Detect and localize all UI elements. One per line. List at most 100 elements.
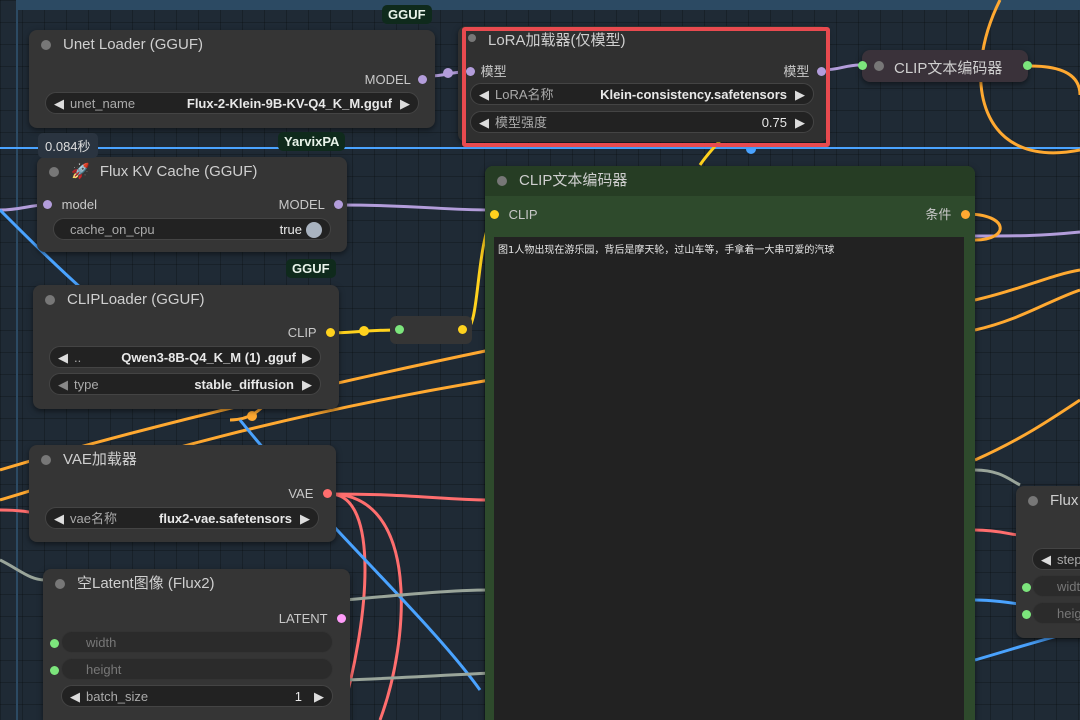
collapse-dot[interactable] — [1028, 496, 1038, 506]
collapse-dot[interactable] — [55, 579, 65, 589]
reroute-dot-1 — [443, 68, 453, 78]
collapse-dot[interactable] — [45, 295, 55, 305]
gguf-tag-mid: GGUF — [286, 259, 336, 278]
input-port[interactable] — [858, 61, 867, 70]
prompt-textarea[interactable]: 图1人物出现在游乐园，背后是摩天轮，过山车等，手拿着一大串可爱的汽球 — [494, 237, 964, 720]
collapse-dot[interactable] — [874, 61, 884, 71]
node-title[interactable]: 空Latent图像 (Flux2) — [43, 569, 350, 599]
cache-on-cpu-toggle[interactable]: cache_on_cpu true — [53, 218, 331, 240]
width-input[interactable]: width — [61, 631, 333, 653]
output-port[interactable] — [1023, 61, 1032, 70]
output-port[interactable] — [337, 614, 346, 623]
chevron-left-icon[interactable]: ◀ — [54, 508, 64, 530]
vae-name-select[interactable]: ◀ vae名称 flux2-vae.safetensors ▶ — [45, 507, 319, 529]
lora-loader-node[interactable]: LoRA加载器(仅模型) 模型 模型 ◀ LoRA名称 Klein-consis… — [458, 26, 828, 142]
wire-cond-2 — [1029, 64, 1080, 96]
collapse-dot[interactable] — [49, 167, 59, 177]
width-input[interactable]: widt — [1032, 575, 1080, 597]
input-port[interactable] — [43, 200, 52, 209]
node-title[interactable]: Flux — [1016, 486, 1080, 516]
chevron-left-icon[interactable]: ◀ — [479, 84, 489, 106]
flux-kv-cache-node[interactable]: 🚀 Flux KV Cache (GGUF) model MODEL cache… — [37, 157, 347, 252]
chevron-left-icon[interactable]: ◀ — [54, 93, 64, 115]
collapse-dot[interactable] — [41, 40, 51, 50]
rocket-icon: 🚀 — [71, 163, 90, 180]
output-port[interactable] — [458, 325, 467, 334]
chevron-right-icon[interactable]: ▶ — [400, 93, 410, 115]
empty-latent-node[interactable]: 空Latent图像 (Flux2) LATENT width height ◀ … — [43, 569, 350, 720]
gguf-tag-top: GGUF — [382, 5, 432, 24]
height-input[interactable]: height — [61, 658, 333, 680]
node-title[interactable]: CLIP文本编码器 — [485, 166, 975, 196]
node-title[interactable]: CLIPLoader (GGUF) — [33, 285, 339, 315]
chevron-left-icon[interactable]: ◀ — [70, 686, 80, 708]
output-port[interactable] — [418, 75, 427, 84]
chevron-right-icon[interactable]: ▶ — [795, 112, 805, 134]
toggle-knob[interactable] — [306, 222, 322, 238]
node-title[interactable]: VAE加载器 — [29, 445, 336, 475]
node-title[interactable]: 🚀 Flux KV Cache (GGUF) — [37, 157, 347, 187]
steps-stepper[interactable]: ◀ step — [1032, 548, 1080, 570]
output-port[interactable] — [326, 328, 335, 337]
wire-model-4 — [974, 230, 1080, 238]
output-port[interactable] — [817, 67, 826, 76]
clip-loader-node[interactable]: CLIPLoader (GGUF) CLIP ◀ .. Qwen3-8B-Q4_… — [33, 285, 339, 409]
output-port[interactable] — [334, 200, 343, 209]
node-title-text: Unet Loader (GGUF) — [63, 36, 204, 53]
output-model-row: MODEL — [279, 196, 343, 214]
vae-loader-node[interactable]: VAE加载器 VAE ◀ vae名称 flux2-vae.safetensors… — [29, 445, 336, 542]
widget-label: cache_on_cpu — [70, 222, 155, 237]
output-label: 模型 — [783, 64, 810, 79]
clip-encode-collapsed-node[interactable]: CLIP文本编码器 — [858, 50, 1032, 82]
reroute-node[interactable] — [390, 316, 472, 344]
widget-value: 1 — [294, 689, 302, 704]
output-latent-row: LATENT — [279, 610, 346, 628]
chevron-right-icon[interactable]: ▶ — [314, 686, 324, 708]
wire-grey-right — [974, 468, 1021, 487]
width-input-port[interactable] — [1022, 583, 1031, 592]
input-label: model — [61, 197, 98, 212]
input-port[interactable] — [466, 67, 475, 76]
chevron-left-icon[interactable]: ◀ — [58, 374, 68, 396]
widget-label: widt — [1057, 579, 1080, 594]
node-title[interactable]: Unet Loader (GGUF) — [29, 30, 435, 60]
wire-vae-right — [974, 528, 1021, 537]
chevron-left-icon[interactable]: ◀ — [479, 112, 489, 134]
flux-partial-node[interactable]: Flux ◀ step widt heig — [1016, 486, 1080, 638]
unet-loader-node[interactable]: Unet Loader (GGUF) MODEL ◀ unet_name Flu… — [29, 30, 435, 128]
widget-label: 模型强度 — [495, 115, 548, 130]
height-input[interactable]: heig — [1032, 602, 1080, 624]
lora-name-select[interactable]: ◀ LoRA名称 Klein-consistency.safetensors ▶ — [470, 83, 814, 105]
chevron-left-icon[interactable]: ◀ — [58, 347, 68, 369]
height-input-port[interactable] — [50, 666, 59, 675]
output-port[interactable] — [961, 210, 970, 219]
width-input-port[interactable] — [50, 639, 59, 648]
input-port[interactable] — [395, 325, 404, 334]
unet-name-select[interactable]: ◀ unet_name Flux-2-Klein-9B-KV-Q4_K_M.gg… — [45, 92, 419, 114]
chevron-right-icon[interactable]: ▶ — [302, 347, 312, 369]
clip-text-encode-node[interactable]: CLIP文本编码器 CLIP 条件 图1人物出现在游乐园，背后是摩天轮，过山车等… — [485, 166, 975, 720]
model-strength-stepper[interactable]: ◀ 模型强度 0.75 ▶ — [470, 111, 814, 133]
clip-name-select[interactable]: ◀ .. Qwen3-8B-Q4_K_M (1) .gguf ▶ — [49, 346, 321, 368]
widget-value: Qwen3-8B-Q4_K_M (1) .gguf — [121, 350, 296, 365]
height-input-port[interactable] — [1022, 610, 1031, 619]
node-title[interactable]: LoRA加载器(仅模型) — [458, 26, 828, 56]
chevron-right-icon[interactable]: ▶ — [302, 374, 312, 396]
collapse-dot[interactable] — [497, 176, 507, 186]
input-port[interactable] — [490, 210, 499, 219]
collapse-dot[interactable] — [41, 455, 51, 465]
widget-label: vae名称 — [70, 511, 117, 526]
chevron-left-icon[interactable]: ◀ — [1041, 549, 1051, 571]
output-label: 条件 — [925, 207, 952, 222]
batch-size-stepper[interactable]: ◀ batch_size 1 ▶ — [61, 685, 333, 707]
input-model-row: model — [43, 196, 97, 214]
output-label: CLIP — [287, 325, 317, 340]
chevron-right-icon[interactable]: ▶ — [300, 508, 310, 530]
node-title-text: VAE加载器 — [63, 451, 137, 468]
chevron-right-icon[interactable]: ▶ — [795, 84, 805, 106]
clip-type-select[interactable]: ◀ type stable_diffusion ▶ — [49, 373, 321, 395]
node-title-text: CLIP文本编码器 — [894, 60, 1003, 77]
wire-grey-left — [0, 558, 46, 582]
collapse-dot[interactable] — [468, 34, 476, 42]
output-port[interactable] — [323, 489, 332, 498]
